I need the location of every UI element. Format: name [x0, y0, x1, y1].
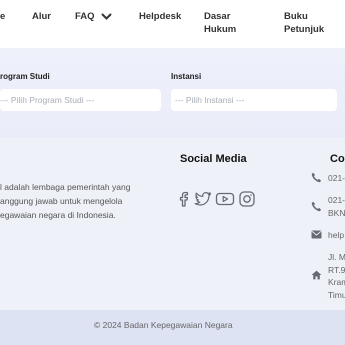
program-studi-label: rogram Studi: [0, 72, 50, 81]
facebook-icon[interactable]: [177, 190, 191, 208]
instansi-select[interactable]: --- Pilih Instansi ---: [171, 89, 337, 111]
phone-icon: [311, 201, 322, 212]
instansi-placeholder: --- Pilih Instansi ---: [175, 95, 245, 105]
contact-phone-2-line2: BKN: [328, 207, 345, 218]
twitter-icon[interactable]: [194, 190, 212, 208]
nav-item-buku-petunjuk[interactable]: Buku Petunjuk: [284, 10, 324, 36]
about-line: anggung jawab untuk mengelola: [0, 196, 123, 206]
home-icon: [311, 270, 322, 280]
address-line: Kram: [328, 277, 345, 287]
program-studi-select[interactable]: --- Pilih Program Studi ---: [0, 89, 161, 111]
nav-item-dasar-hukum[interactable]: Dasar Hukum: [204, 10, 236, 36]
nav-item-dasar-hukum-line1: Dasar: [204, 11, 231, 22]
youtube-icon[interactable]: [215, 190, 235, 208]
copyright-text: © 2024 Badan Kepegawaian Negara: [94, 320, 233, 330]
social-media-title: Social Media: [180, 153, 247, 165]
nav-item-buku-petunjuk-line2: Petunjuk: [284, 24, 325, 35]
about-line: egawaian negara di Indonesia.: [0, 210, 116, 220]
footer-about-text: l adalah lembaga pemerintah yang anggung…: [0, 180, 150, 222]
address-line: RT.9: [328, 264, 345, 275]
nav-item-buku-petunjuk-line1: Buku: [284, 11, 308, 22]
instansi-label: Instansi: [171, 72, 202, 81]
chevron-down-icon: [101, 13, 112, 20]
phone-icon: [311, 172, 322, 183]
contact-phone-2-line1: 021-: [328, 195, 345, 205]
about-line: l adalah lembaga pemerintah yang: [0, 182, 131, 192]
nav-item-dasar-hukum-line2: Hukum: [204, 24, 237, 35]
nav-item-partial[interactable]: e: [0, 10, 5, 23]
social-icons: [177, 190, 256, 208]
nav-item-faq[interactable]: FAQ: [75, 10, 112, 23]
footer: [0, 138, 345, 310]
contact-address: Jl. M RT.9 Kram Timu: [328, 251, 345, 301]
nav-item-alur[interactable]: Alur: [32, 10, 51, 23]
nav-item-faq-label: FAQ: [75, 11, 95, 22]
top-navbar: e Alur FAQ Helpdesk Dasar Hukum Buku Pet…: [0, 0, 345, 48]
contact-title: Co: [330, 153, 345, 165]
contact-phone-2: 021- BKN: [328, 194, 345, 219]
program-studi-placeholder: --- Pilih Program Studi ---: [0, 95, 95, 105]
nav-item-helpdesk[interactable]: Helpdesk: [139, 10, 181, 23]
address-line: Timu: [328, 289, 345, 300]
instagram-icon[interactable]: [238, 190, 256, 208]
contact-email[interactable]: help: [328, 229, 344, 242]
envelope-icon: [311, 230, 322, 239]
contact-phone-1: 021-: [328, 173, 345, 183]
address-line: Jl. M: [328, 252, 345, 262]
